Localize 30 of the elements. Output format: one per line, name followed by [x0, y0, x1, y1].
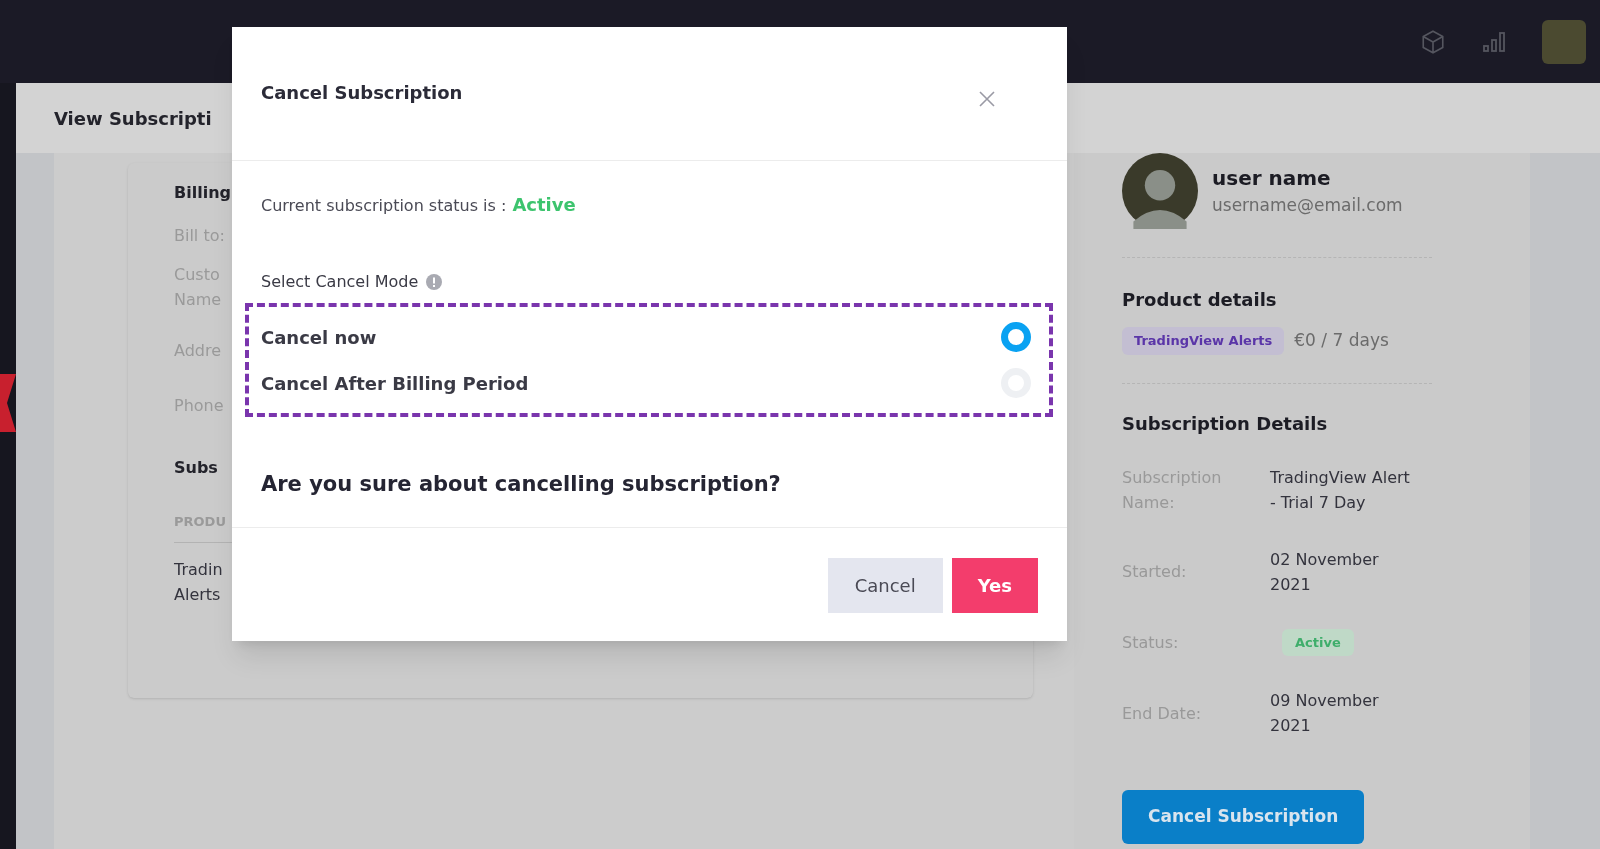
- product-tag: TradingView Alerts: [1122, 327, 1285, 355]
- yes-button[interactable]: Yes: [951, 558, 1038, 613]
- user-name: user name: [1212, 165, 1332, 193]
- page-title: View Subscripti: [54, 106, 212, 131]
- option-label[interactable]: Cancel After Billing Period: [261, 369, 529, 397]
- card-heading: Billing: [174, 182, 231, 204]
- avatar[interactable]: [1542, 19, 1586, 64]
- cancel-button[interactable]: Cancel: [827, 558, 943, 613]
- cube-icon[interactable]: [1420, 28, 1446, 55]
- status-value: Active: [512, 193, 576, 217]
- close-icon[interactable]: [979, 91, 995, 107]
- user-email: username@email.com: [1212, 194, 1403, 218]
- confirm-question: Are you sure about cancelling subscription?: [261, 471, 782, 498]
- chevron-marker-icon: [0, 374, 16, 432]
- mode-label: Select Cancel Mode: [261, 271, 419, 293]
- info-icon: [426, 274, 443, 290]
- price: €0 / 7 days: [1294, 329, 1389, 352]
- radio-button[interactable]: [1001, 322, 1031, 352]
- detail-value: 02 November 2021: [1270, 548, 1380, 596]
- status-text: Current subscription status is :: [261, 195, 507, 217]
- option-label[interactable]: Cancel now: [261, 323, 377, 351]
- detail-value: TradingView Alert - Trial 7 Day: [1270, 466, 1411, 514]
- section-heading: Product details: [1122, 288, 1278, 312]
- dialog-title: Cancel Subscription: [261, 81, 463, 105]
- section-heading: Subscription Details: [1122, 411, 1329, 436]
- section-heading: Subs: [174, 457, 218, 479]
- status-badge: Active: [1282, 628, 1354, 656]
- bar-chart-icon[interactable]: [1482, 30, 1506, 53]
- detail-value: 09 November 2021: [1270, 690, 1380, 737]
- table-cell-text: Tradin Alerts: [174, 558, 223, 606]
